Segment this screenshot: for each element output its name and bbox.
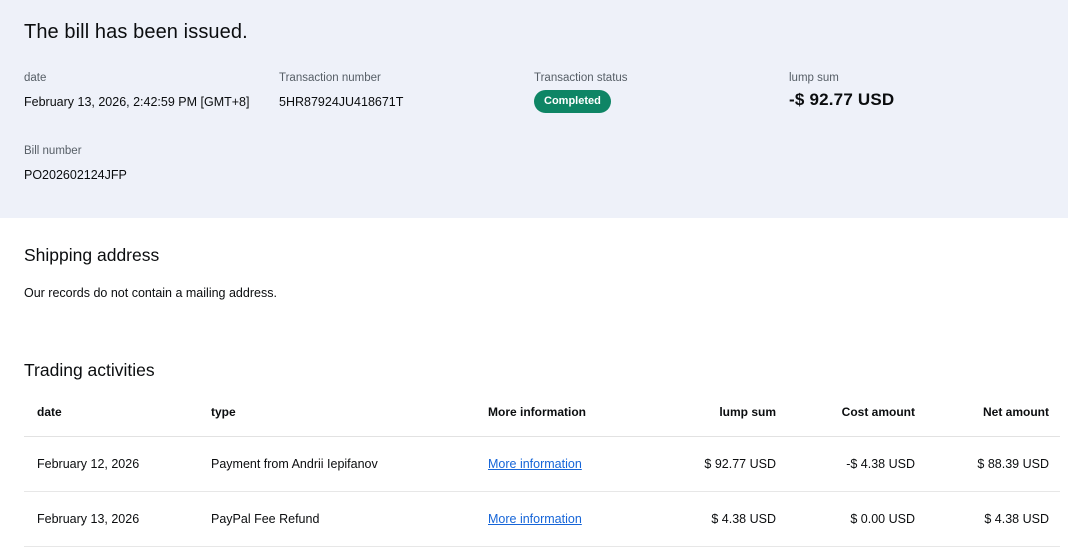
transaction-number-label: Transaction number xyxy=(279,72,381,84)
lump-sum-value: -$ 92.77 USD xyxy=(789,90,895,109)
bill-number-label: Bill number xyxy=(24,145,82,157)
bill-number-value: PO202602124JFP xyxy=(24,168,127,182)
trading-activities-table: date type More information lump sum Cost… xyxy=(24,395,1060,547)
shipping-address-section: Shipping address Our records do not cont… xyxy=(0,245,1068,300)
page-title: The bill has been issued. xyxy=(24,21,248,43)
field-date: date February 13, 2026, 2:42:59 PM [GMT+… xyxy=(24,72,279,113)
status-badge: Completed xyxy=(534,90,611,113)
field-lump-sum: lump sum -$ 92.77 USD xyxy=(789,72,1044,113)
row-date: February 13, 2026 xyxy=(24,491,198,547)
row-cost-amount: -$ 4.38 USD xyxy=(789,436,928,492)
date-value: February 13, 2026, 2:42:59 PM [GMT+8] xyxy=(24,95,250,109)
transaction-status-label: Transaction status xyxy=(534,72,628,84)
column-header-more-information: More information xyxy=(475,395,639,437)
field-transaction-status: Transaction status Completed xyxy=(534,72,789,113)
transaction-number-value: 5HR87924JU418671T xyxy=(279,95,404,109)
field-bill-number: Bill number PO202602124JFP xyxy=(24,145,279,182)
row-lump-sum: $ 92.77 USD xyxy=(639,436,789,492)
row-net-amount: $ 4.38 USD xyxy=(928,491,1060,547)
more-information-link[interactable]: More information xyxy=(488,457,582,471)
bill-summary-panel: The bill has been issued. date February … xyxy=(0,0,1068,218)
row-date: February 12, 2026 xyxy=(24,436,198,492)
trading-activities-section: Trading activities xyxy=(0,360,1068,381)
shipping-address-heading: Shipping address xyxy=(24,245,160,265)
shipping-address-body: Our records do not contain a mailing add… xyxy=(24,286,277,300)
trading-activities-heading: Trading activities xyxy=(24,360,155,380)
row-type: Payment from Andrii Iepifanov xyxy=(198,436,475,492)
row-lump-sum: $ 4.38 USD xyxy=(639,491,789,547)
row-cost-amount: $ 0.00 USD xyxy=(789,491,928,547)
column-header-date: date xyxy=(24,395,198,437)
column-header-type: type xyxy=(198,395,475,437)
date-label: date xyxy=(24,72,47,84)
more-information-link[interactable]: More information xyxy=(488,512,582,526)
column-header-net-amount: Net amount xyxy=(928,395,1060,437)
column-header-lump-sum: lump sum xyxy=(639,395,789,437)
table-row: February 13, 2026 PayPal Fee Refund More… xyxy=(24,491,1060,547)
table-header-row: date type More information lump sum Cost… xyxy=(24,395,1060,437)
bill-summary-fields: date February 13, 2026, 2:42:59 PM [GMT+… xyxy=(24,72,1044,182)
lump-sum-label: lump sum xyxy=(789,72,839,84)
field-transaction-number: Transaction number 5HR87924JU418671T xyxy=(279,72,534,113)
column-header-cost-amount: Cost amount xyxy=(789,395,928,437)
table-row: February 12, 2026 Payment from Andrii Ie… xyxy=(24,436,1060,492)
row-net-amount: $ 88.39 USD xyxy=(928,436,1060,492)
row-type: PayPal Fee Refund xyxy=(198,491,475,547)
